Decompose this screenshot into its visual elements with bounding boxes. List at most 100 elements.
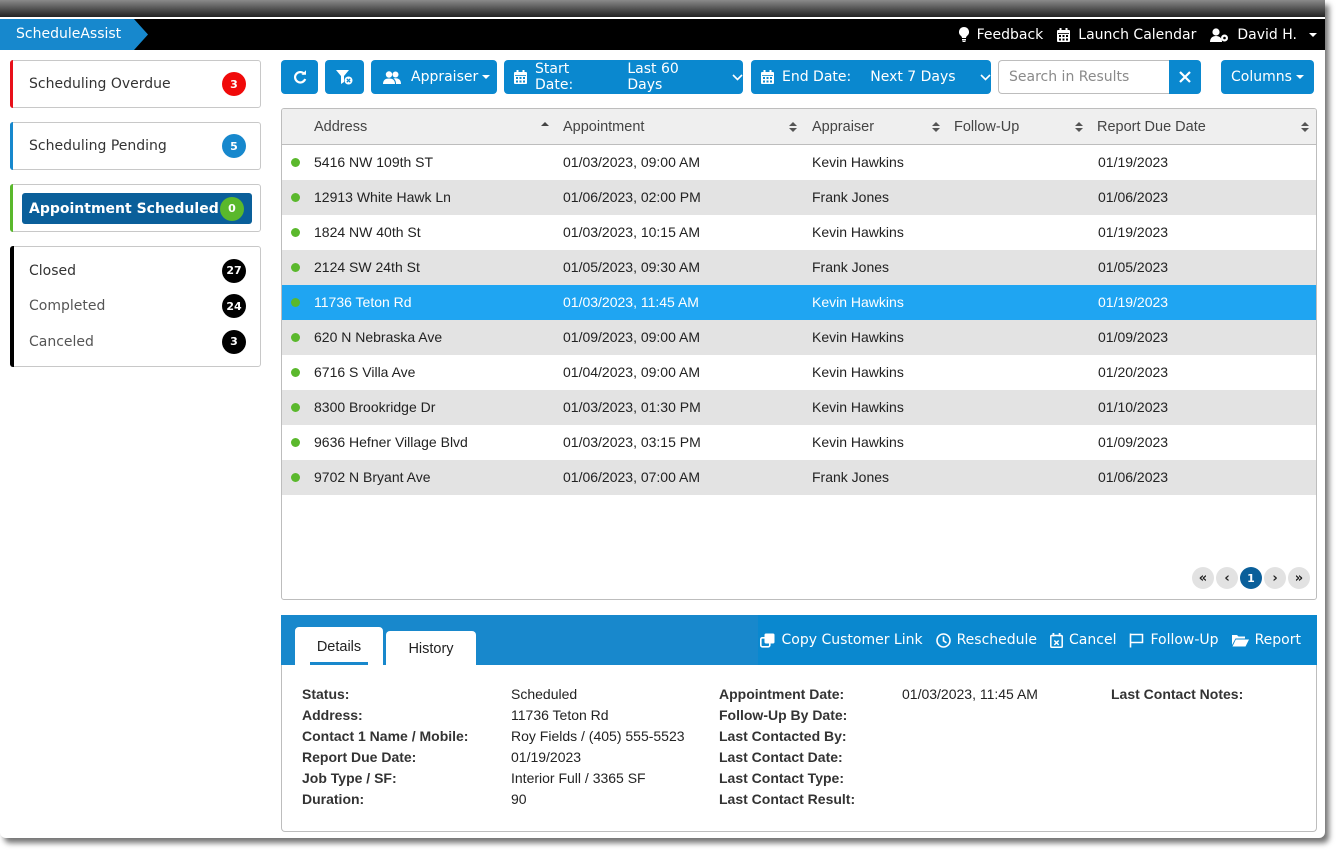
table-row[interactable]: 2124 SW 24th St 01/05/2023, 09:30 AM Frank… xyxy=(282,250,1316,285)
sort-icon[interactable] xyxy=(932,121,940,133)
detail-label: Contact 1 Name / Mobile: xyxy=(302,728,469,744)
sidebar-item-canceled[interactable]: Canceled 3 xyxy=(29,324,246,360)
address-cell: 2124 SW 24th St xyxy=(314,259,420,275)
details-panel: Details History Copy Customer Link Resch… xyxy=(281,615,1317,832)
filter-toolbar: Appraiser Start Date: Last 60 Days End D… xyxy=(281,60,1316,94)
reschedule-button[interactable]: Reschedule xyxy=(935,632,1037,648)
accent-bar xyxy=(10,246,14,367)
table-row[interactable]: 5416 NW 109th ST 01/03/2023, 09:00 AM Kevi… xyxy=(282,145,1316,180)
detail-label: Job Type / SF: xyxy=(302,770,397,786)
column-header-follow-up[interactable]: Follow-Up xyxy=(954,109,1019,145)
appointment-cell: 01/06/2023, 02:00 PM xyxy=(563,189,701,205)
appointment-cell: 01/06/2023, 07:00 AM xyxy=(563,469,700,485)
address-cell: 9702 N Bryant Ave xyxy=(314,469,431,485)
page-1-button[interactable]: 1 xyxy=(1240,567,1262,589)
appointment-cell: 01/03/2023, 03:15 PM xyxy=(563,434,701,450)
sidebar-card-scheduling-overdue[interactable]: Scheduling Overdue 3 xyxy=(10,60,261,108)
prev-page-button[interactable]: ‹ xyxy=(1216,567,1238,589)
users-icon xyxy=(383,70,401,84)
detail-label: Follow-Up By Date: xyxy=(719,707,848,723)
status-dot-icon xyxy=(291,403,300,412)
detail-value: Roy Fields / (405) 555-5523 xyxy=(511,728,685,744)
cancel-appointment-button[interactable]: Cancel xyxy=(1050,632,1116,648)
detail-value xyxy=(902,789,1038,810)
sort-asc-icon[interactable] xyxy=(541,121,549,133)
start-date-dropdown[interactable]: Start Date: Last 60 Days xyxy=(504,60,743,94)
table-row[interactable]: 8300 Brookridge Dr 01/03/2023, 01:30 PM Ke… xyxy=(282,390,1316,425)
report-due-date-cell: 01/09/2023 xyxy=(1098,434,1169,450)
next-page-button[interactable]: › xyxy=(1264,567,1286,589)
status-dot-icon xyxy=(291,158,300,167)
detail-label: Last Contact Date: xyxy=(719,749,843,765)
tab-history[interactable]: History xyxy=(386,631,476,665)
feedback-link[interactable]: Feedback xyxy=(958,27,1043,43)
calendar-icon xyxy=(761,70,774,84)
status-dot-icon xyxy=(291,368,300,377)
sidebar-card-appointment-scheduled[interactable]: Appointment Scheduled 0 xyxy=(10,184,261,232)
accent-bar xyxy=(10,122,13,170)
first-page-button[interactable]: « xyxy=(1192,567,1214,589)
column-header-address[interactable]: Address xyxy=(314,109,367,145)
appointment-cell: 01/09/2023, 09:00 AM xyxy=(563,329,700,345)
report-due-date-cell: 01/20/2023 xyxy=(1098,364,1169,380)
caret-down-icon xyxy=(1295,75,1304,79)
appraiser-cell: Kevin Hawkins xyxy=(812,364,904,380)
clear-search-button[interactable] xyxy=(1169,60,1201,94)
calendar-cancel-icon xyxy=(1050,632,1063,648)
appraiser-cell: Frank Jones xyxy=(812,469,890,485)
table-row[interactable]: 9702 N Bryant Ave 01/06/2023, 07:00 AM Fra… xyxy=(282,460,1316,495)
sort-icon[interactable] xyxy=(1301,121,1309,133)
sidebar-item-completed[interactable]: Completed 24 xyxy=(29,289,246,325)
user-menu[interactable]: David H. xyxy=(1210,27,1317,43)
flag-icon xyxy=(1129,633,1144,648)
column-header-report-due-date[interactable]: Report Due Date xyxy=(1097,109,1206,145)
column-header-appraiser[interactable]: Appraiser xyxy=(812,109,874,145)
calendar-icon xyxy=(1057,27,1071,42)
appraiser-dropdown[interactable]: Appraiser xyxy=(371,60,497,94)
clear-filters-button[interactable] xyxy=(325,60,364,94)
columns-dropdown[interactable]: Columns xyxy=(1221,60,1314,94)
count-badge: 5 xyxy=(222,134,246,158)
end-date-dropdown[interactable]: End Date: Next 7 Days xyxy=(751,60,991,94)
detail-value: 01/03/2023, 11:45 AM xyxy=(902,686,1038,702)
status-sidebar: Scheduling Overdue 3 Scheduling Pending … xyxy=(10,60,261,381)
app-window: ScheduleAssist Feedback Launch Calendar … xyxy=(0,0,1325,838)
status-dot-icon xyxy=(291,298,300,307)
status-dot-icon xyxy=(291,263,300,272)
detail-label: Address: xyxy=(302,707,363,723)
last-page-button[interactable]: » xyxy=(1288,567,1310,589)
sort-icon[interactable] xyxy=(1075,121,1083,133)
follow-up-button[interactable]: Follow-Up xyxy=(1129,632,1219,648)
count-badge: 3 xyxy=(222,329,246,354)
address-cell: 12913 White Hawk Ln xyxy=(314,189,451,205)
launch-calendar-link[interactable]: Launch Calendar xyxy=(1057,27,1196,43)
table-row[interactable]: 12913 White Hawk Ln 01/06/2023, 02:00 PM F… xyxy=(282,180,1316,215)
table-row[interactable]: 9636 Hefner Village Blvd 01/03/2023, 03:1… xyxy=(282,425,1316,460)
table-row[interactable]: 6716 S Villa Ave 01/04/2023, 09:00 AM Kevi… xyxy=(282,355,1316,390)
table-row[interactable]: 11736 Teton Rd 01/03/2023, 11:45 AM Kevin … xyxy=(282,285,1316,320)
report-button[interactable]: Report xyxy=(1231,632,1301,648)
detail-value xyxy=(902,747,1038,768)
table-row[interactable]: 1824 NW 40th St 01/03/2023, 10:15 AM Kevin… xyxy=(282,215,1316,250)
sidebar-card-scheduling-pending[interactable]: Scheduling Pending 5 xyxy=(10,122,261,170)
sort-icon[interactable] xyxy=(789,121,797,133)
address-cell: 8300 Brookridge Dr xyxy=(314,399,436,415)
appraiser-cell: Frank Jones xyxy=(812,189,890,205)
search-input[interactable] xyxy=(998,60,1169,94)
appraiser-cell: Frank Jones xyxy=(812,259,890,275)
address-cell: 620 N Nebraska Ave xyxy=(314,329,443,345)
sidebar-item-closed[interactable]: Closed 27 xyxy=(29,253,246,289)
refresh-button[interactable] xyxy=(281,60,318,94)
refresh-icon xyxy=(293,70,307,84)
table-row[interactable]: 620 N Nebraska Ave 01/09/2023, 09:00 AM Ke… xyxy=(282,320,1316,355)
action-label: Cancel xyxy=(1069,632,1117,648)
column-header-appointment[interactable]: Appointment xyxy=(563,109,644,145)
folder-open-icon xyxy=(1231,634,1249,647)
action-label: Follow-Up xyxy=(1150,632,1219,648)
details-actions: Copy Customer Link Reschedule Cancel Fol… xyxy=(760,615,1301,665)
brand-logo[interactable]: ScheduleAssist xyxy=(0,19,148,50)
copy-customer-link-button[interactable]: Copy Customer Link xyxy=(760,632,923,648)
count-badge: 24 xyxy=(222,294,246,319)
tab-details[interactable]: Details xyxy=(295,627,383,665)
end-date-value: Next 7 Days xyxy=(870,69,956,85)
